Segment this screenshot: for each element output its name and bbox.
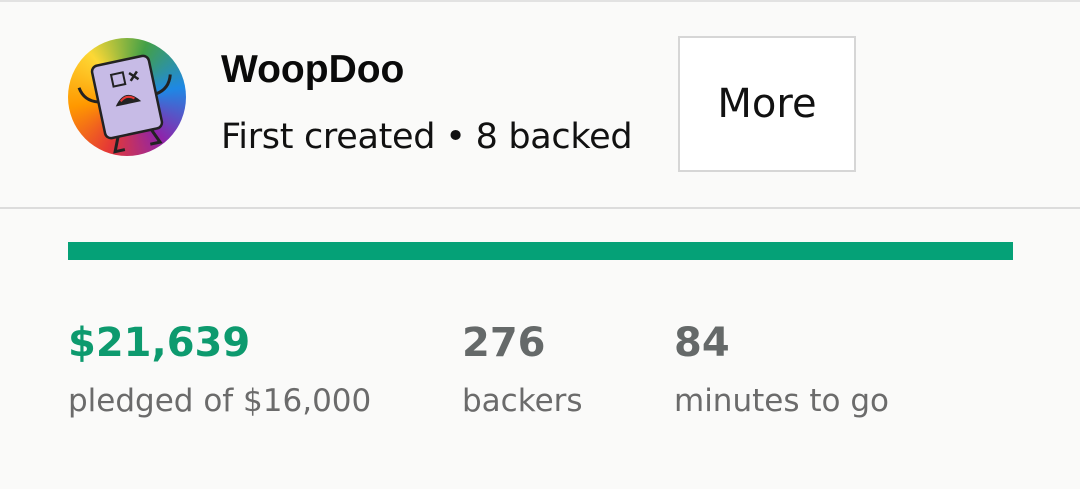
avatar-mascot-icon <box>77 54 172 154</box>
time-remaining-value: 84 <box>674 320 730 366</box>
stat-backers: 276 backers <box>462 318 583 421</box>
backers-label: backers <box>462 383 583 419</box>
creator-name[interactable]: WoopDoo <box>221 46 404 94</box>
backers-count: 276 <box>462 320 546 366</box>
funding-progress-bar <box>68 242 1013 260</box>
pledged-goal-label: pledged of $16,000 <box>68 383 372 419</box>
creator-meta: First created • 8 backed <box>221 113 633 161</box>
more-button[interactable]: More <box>678 36 856 172</box>
stat-time-remaining: 84 minutes to go <box>674 318 889 421</box>
funding-progress-fill <box>68 242 1013 260</box>
first-created-label: First created <box>221 117 436 157</box>
backed-count: 8 backed <box>475 117 633 157</box>
pledged-amount: $21,639 <box>68 320 251 366</box>
creator-avatar[interactable] <box>68 38 186 156</box>
section-divider <box>0 207 1080 209</box>
creator-card: WoopDoo First created • 8 backed More <box>0 2 1080 207</box>
stat-pledged: $21,639 pledged of $16,000 <box>68 318 371 421</box>
meta-separator: • <box>445 117 466 157</box>
time-remaining-label: minutes to go <box>674 383 889 419</box>
